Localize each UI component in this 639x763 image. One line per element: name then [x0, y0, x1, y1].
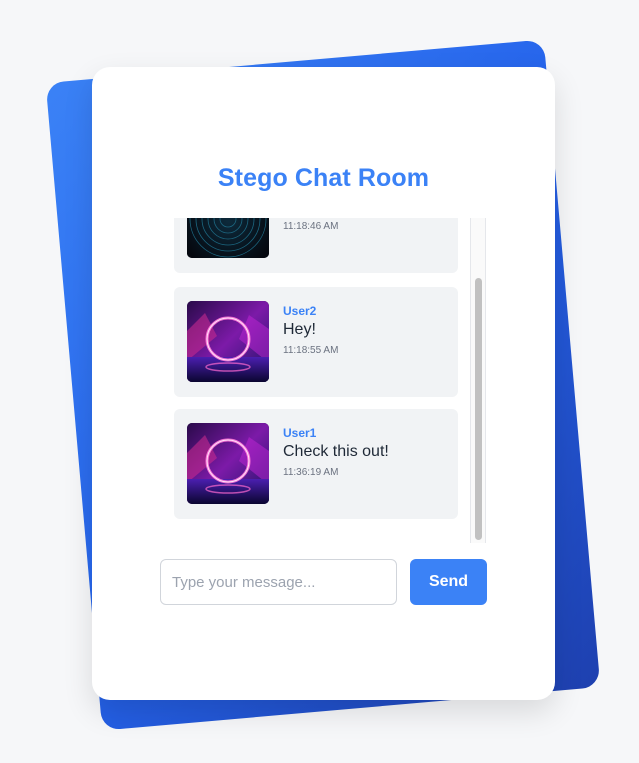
message-item: User1 Check this out! 11:36:19 AM	[174, 409, 458, 519]
message-item: User2 Hey! 11:18:55 AM	[174, 287, 458, 397]
message-time: 11:18:46 AM	[283, 221, 339, 232]
message-input[interactable]	[160, 559, 397, 605]
message-time: 11:36:19 AM	[283, 467, 339, 478]
message-username: User1	[283, 426, 317, 440]
message-list[interactable]: 11:18:46 AM User2 Hey! 11:18:55 AM User1…	[174, 218, 487, 543]
message-text: Hey!	[283, 321, 316, 338]
neon-ring-image	[187, 301, 269, 382]
message-text: Check this out!	[283, 443, 389, 460]
send-button[interactable]: Send	[410, 559, 487, 605]
message-item: 11:18:46 AM	[174, 218, 458, 273]
page-title: Stego Chat Room	[217, 164, 430, 192]
chat-card: Stego Chat Room 11:18:46 AM User2 Hey! 1…	[92, 67, 555, 700]
scrollbar[interactable]	[470, 218, 486, 543]
dark-rings-image	[187, 218, 269, 258]
neon-ring-image	[187, 423, 269, 504]
message-time: 11:18:55 AM	[283, 345, 339, 356]
scrollbar-thumb[interactable]	[475, 278, 482, 540]
page: Stego Chat Room 11:18:46 AM User2 Hey! 1…	[0, 0, 639, 763]
message-username: User2	[283, 304, 317, 318]
image-thumbnail[interactable]	[187, 218, 269, 258]
image-thumbnail[interactable]	[187, 301, 269, 382]
image-thumbnail[interactable]	[187, 423, 269, 504]
